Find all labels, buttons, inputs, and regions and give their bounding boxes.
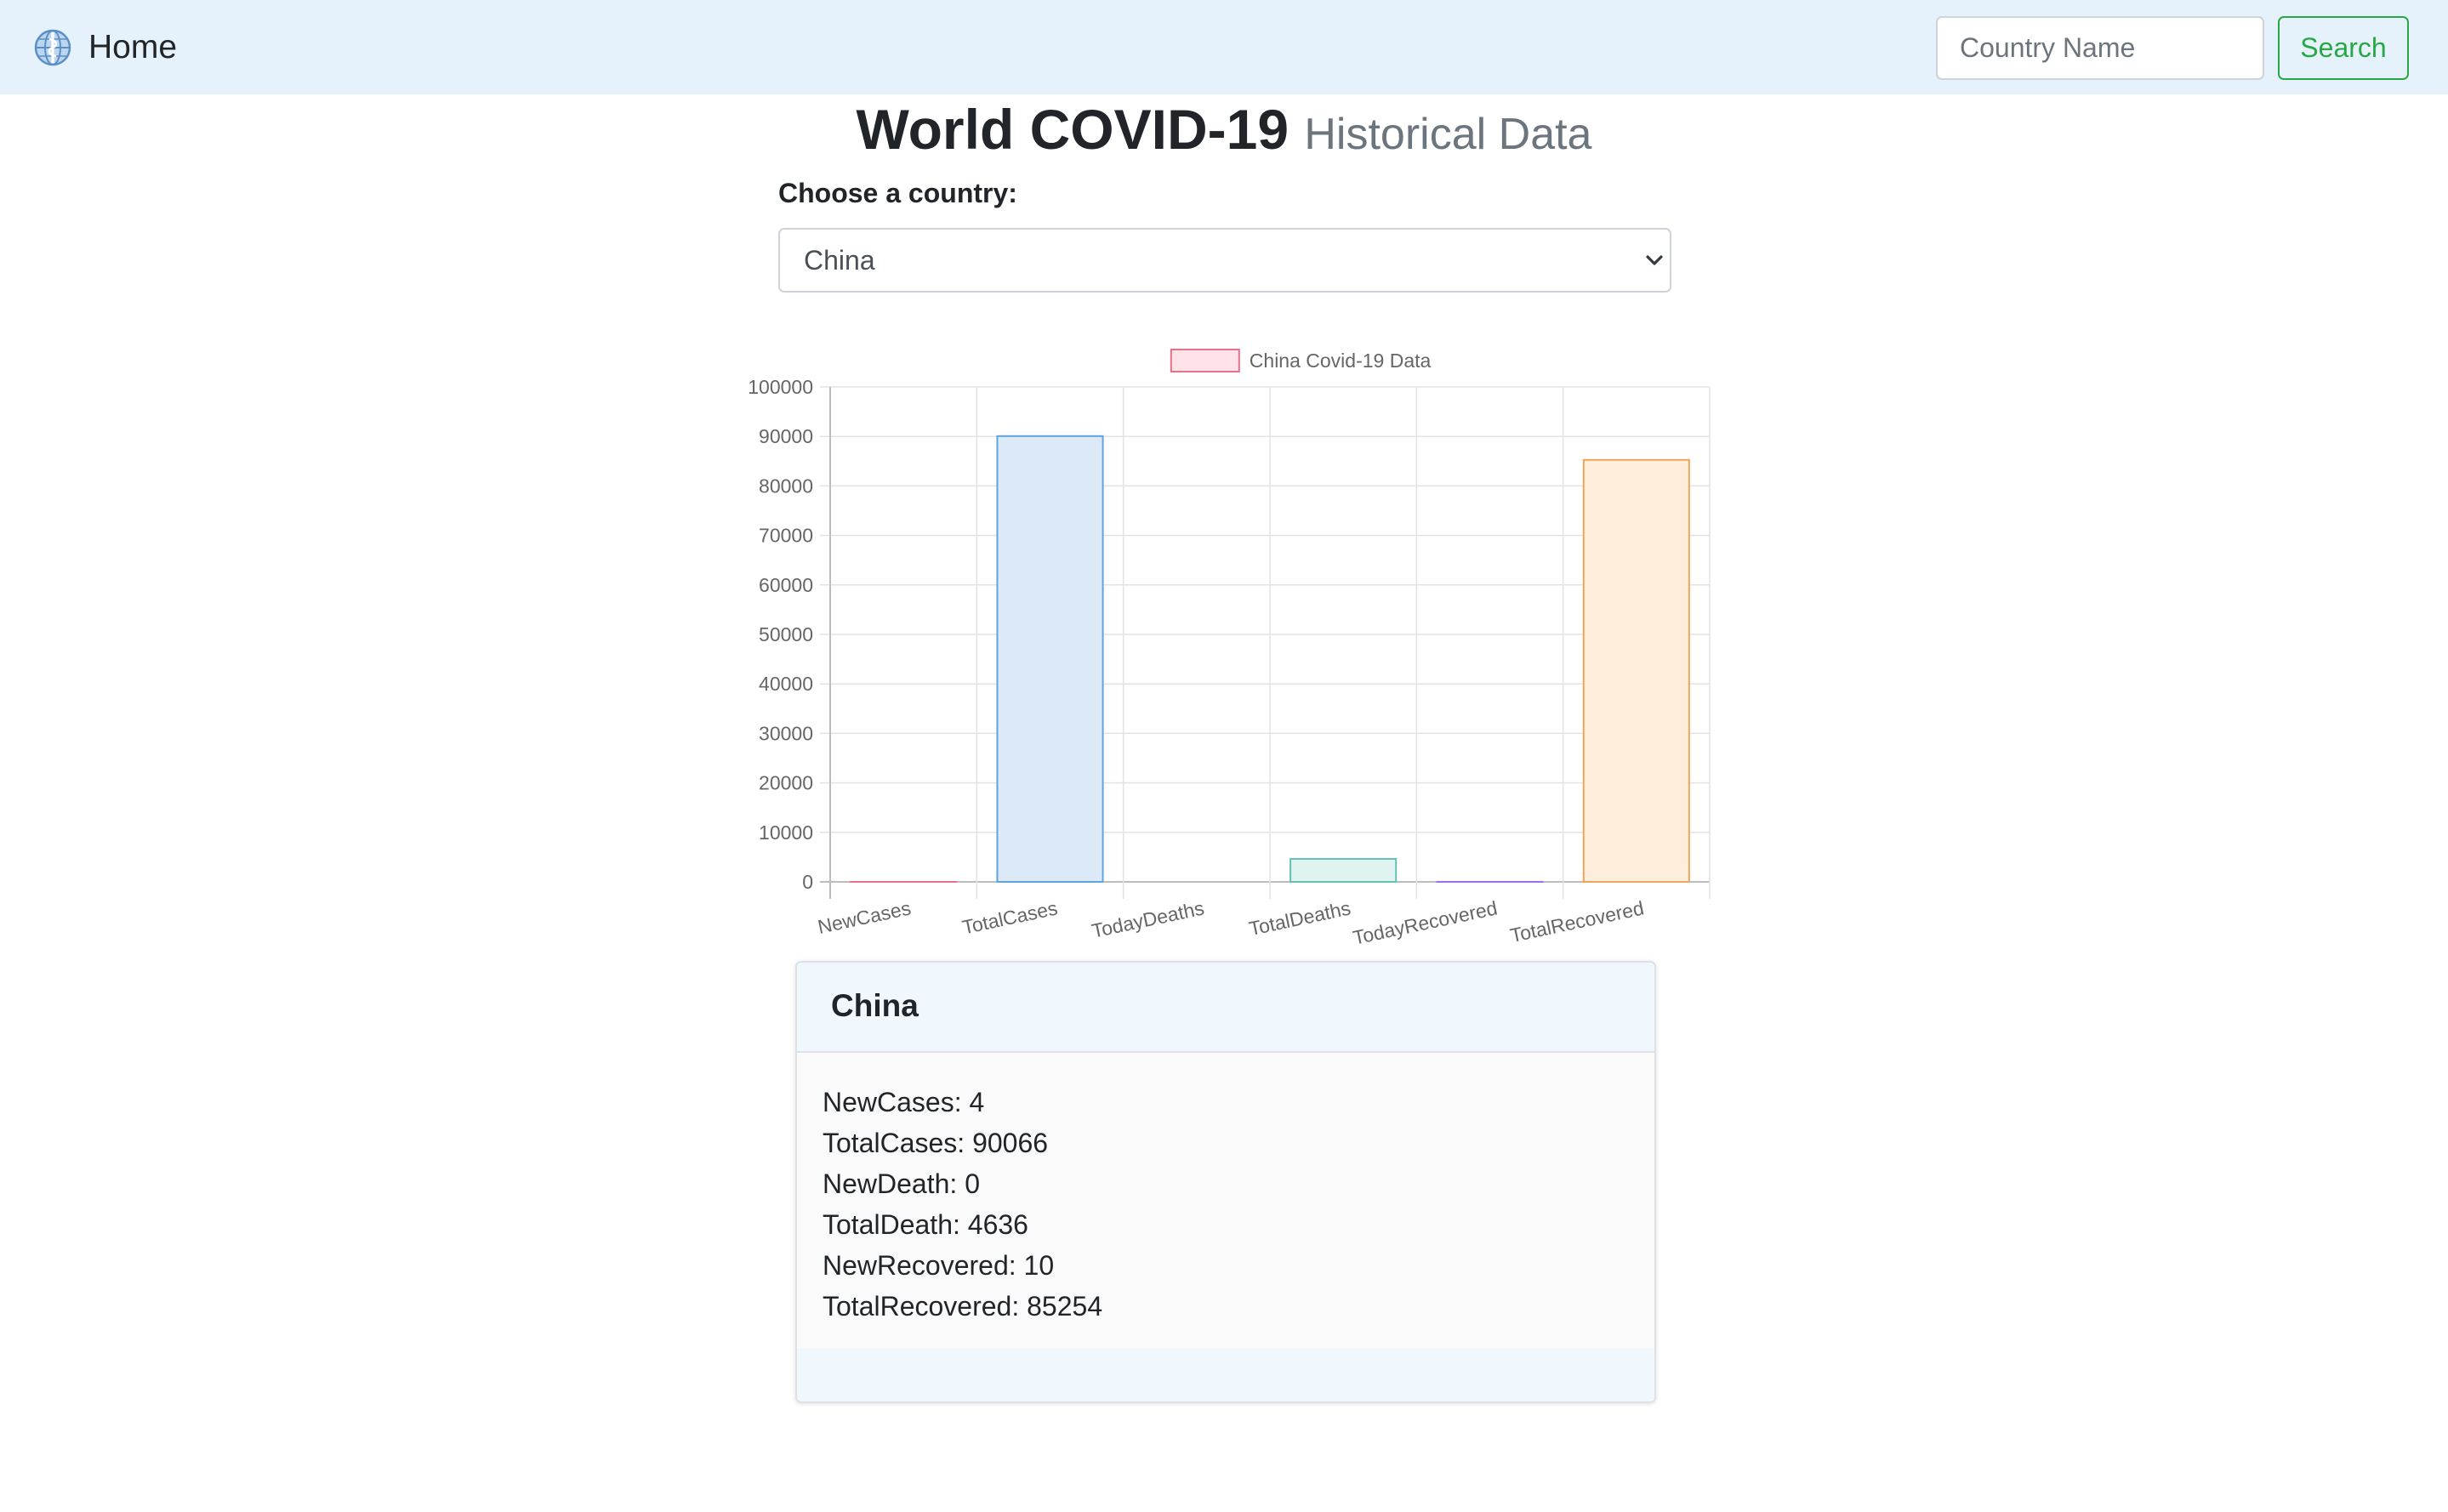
country-search-input[interactable] [1936,16,2264,80]
bar-totalcases [996,435,1104,884]
stat-new-death: NewDeath: 0 [823,1168,980,1199]
y-tick-label: 10000 [759,821,813,844]
search-button[interactable]: Search [2278,16,2409,80]
card-header: China [797,963,1654,1053]
bar-totaldeaths [1289,858,1398,884]
y-tick-label: 90000 [759,425,813,447]
bar-totalrecovered [1582,458,1690,883]
x-tick-label: TodayRecovered [1351,896,1499,948]
choose-country-label: Choose a country: [778,178,1017,208]
x-tick-label: TodayDeaths [1090,896,1206,941]
x-tick-label: TotalDeaths [1247,896,1352,940]
legend-label: China Covid-19 Data [1250,350,1432,372]
stat-total-recovered: TotalRecovered: 85254 [823,1291,1103,1322]
x-tick-label: TotalCases [960,896,1060,938]
covid-bar-chart: 0 10000 20000 30000 40000 50000 60000 70000 8000… [748,349,1711,949]
page-title: World COVID-19 Historical Data [0,95,2448,168]
y-tick-label: 30000 [759,722,813,744]
card-footer [797,1349,1654,1401]
navbar: Home Search [0,0,2448,94]
legend-swatch [1170,349,1240,372]
home-label: Home [88,29,178,65]
who-globe-icon [34,29,71,66]
country-select[interactable]: China [778,228,1671,293]
y-tick-label: 40000 [759,673,813,695]
y-tick-label: 20000 [759,772,813,794]
x-tick-label: NewCases [816,896,913,938]
stat-new-recovered: NewRecovered: 10 [823,1250,1055,1281]
stat-total-cases: TotalCases: 90066 [823,1128,1049,1158]
y-tick-label: 80000 [759,475,813,497]
page-subtitle: Historical Data [1304,110,1592,159]
y-tick-label: 100000 [748,376,813,398]
stat-total-death: TotalDeath: 4636 [823,1209,1028,1240]
y-tick-label: 70000 [759,525,813,547]
y-tick-label: 0 [802,871,813,893]
country-stats-card: China NewCases: 4 TotalCases: 90066 NewD… [795,961,1656,1403]
page-title-main: World COVID-19 [856,98,1289,161]
y-tick-label: 60000 [759,574,813,596]
card-body: NewCases: 4 TotalCases: 90066 NewDeath: … [797,1053,1654,1350]
home-link[interactable]: Home [32,26,177,70]
stat-new-cases: NewCases: 4 [823,1087,985,1117]
x-tick-label: TotalRecovered [1508,896,1646,946]
y-tick-label: 50000 [759,623,813,645]
